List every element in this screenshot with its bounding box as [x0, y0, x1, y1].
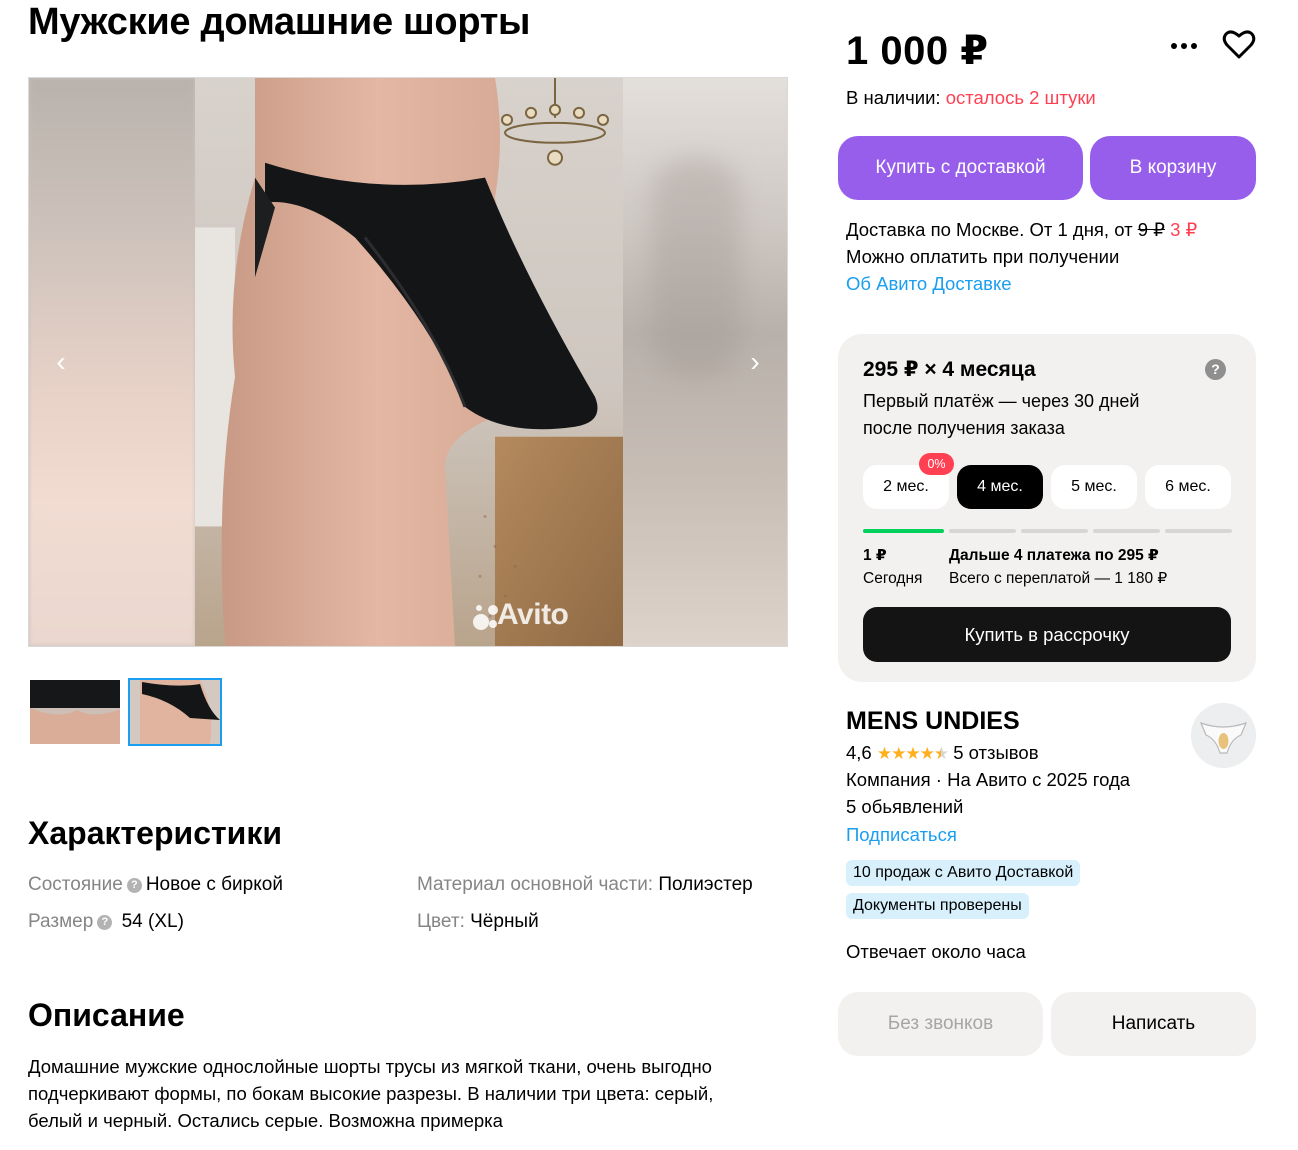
- subscribe-link[interactable]: Подписаться: [846, 823, 957, 847]
- seller-avatar[interactable]: [1191, 703, 1256, 768]
- payment-progress: [863, 529, 1232, 533]
- term-label: 2 мес.: [883, 478, 929, 495]
- price: 1 000 ₽: [846, 29, 989, 73]
- spec-color: Цвет: Чёрный: [417, 910, 539, 934]
- seller-type-since: Компания · На Авито с 2025 года: [846, 769, 1131, 790]
- seller-badge-docs: Документы проверены: [846, 893, 1029, 919]
- today-label: Сегодня: [863, 570, 923, 587]
- favorite-heart-icon[interactable]: [1222, 29, 1256, 61]
- avito-watermark: Avito: [497, 598, 569, 631]
- buy-with-delivery-button[interactable]: Купить с доставкой: [838, 136, 1083, 200]
- delivery-line-1: Доставка по Москве. От 1 дня, от 9 ₽ 3 ₽: [846, 216, 1197, 243]
- seller-name[interactable]: MENS UNDIES: [846, 706, 1020, 736]
- rating-stars-icon: ★★★★★: [876, 744, 949, 763]
- photo-gallery[interactable]: ‹ › Avito: [28, 77, 788, 647]
- write-message-button[interactable]: Написать: [1051, 992, 1256, 1056]
- progress-segment-paid: [863, 529, 944, 533]
- payment-today: 1 ₽ Сегодня: [863, 544, 922, 590]
- term-option[interactable]: 6 мес.: [1145, 465, 1231, 509]
- delivery-new-price: 3 ₽: [1170, 219, 1198, 240]
- installment-help-icon[interactable]: ?: [1205, 359, 1226, 380]
- installment-title: 295 ₽ × 4 месяца: [863, 358, 1036, 381]
- spec-condition-key: Состояние: [28, 874, 123, 895]
- description-heading: Описание: [28, 997, 185, 1033]
- term-label: 5 мес.: [1071, 478, 1117, 495]
- add-to-cart-button[interactable]: В корзину: [1090, 136, 1256, 200]
- spec-size-value: 54 (XL): [121, 911, 184, 932]
- thumbnail-2-image: [130, 680, 220, 744]
- installment-card: 295 ₽ × 4 месяца ? Первый платёж — через…: [838, 334, 1256, 682]
- zero-percent-badge: 0%: [919, 453, 954, 475]
- about-delivery-link[interactable]: Об Авито Доставке: [846, 270, 1197, 297]
- no-calls-button: Без звонков: [838, 992, 1043, 1056]
- thumbnail-strip: [28, 678, 222, 746]
- specs-heading: Характеристики: [28, 815, 283, 851]
- spec-size-key: Размер: [28, 911, 94, 932]
- spec-color-value: Чёрный: [470, 911, 539, 932]
- total-overpay: Всего с переплатой — 1 180 ₽: [949, 570, 1168, 587]
- description-text: Домашние мужские однослойные шорты трусы…: [28, 1056, 714, 1131]
- term-option[interactable]: 5 мес.: [1051, 465, 1137, 509]
- seller-listings[interactable]: 5 обьявлений: [846, 795, 963, 819]
- seller-reviews-link[interactable]: 5 отзывов: [953, 742, 1038, 763]
- seller-rating-line: 4,6 ★★★★★ 5 отзывов: [846, 741, 1039, 766]
- stock-label: В наличии:: [846, 87, 941, 108]
- progress-segment: [949, 529, 1016, 533]
- thumbnail-2[interactable]: [128, 678, 222, 746]
- spec-condition-value: Новое с биркой: [145, 874, 283, 895]
- term-option[interactable]: 2 мес. 0%: [863, 453, 954, 509]
- buy-installment-button[interactable]: Купить в рассрочку: [863, 607, 1231, 662]
- installment-terms: 2 мес. 0% 4 мес. 5 мес. 6 мес.: [863, 453, 1231, 509]
- payment-further: Дальше 4 платежа по 295 ₽ Всего с перепл…: [949, 544, 1167, 590]
- further-payments: Дальше 4 платежа по 295 ₽: [949, 547, 1159, 564]
- product-photo[interactable]: [195, 78, 623, 646]
- spec-condition: Состояние? Новое с биркой: [28, 873, 283, 897]
- today-amount: 1 ₽: [863, 547, 887, 564]
- progress-segment: [1021, 529, 1088, 533]
- gallery-prev-icon[interactable]: ‹: [49, 348, 73, 376]
- thumbnail-1-image: [30, 680, 120, 744]
- term-label: 6 мес.: [1165, 478, 1211, 495]
- help-icon[interactable]: ?: [126, 878, 142, 893]
- delivery-old-price: 9 ₽: [1137, 219, 1165, 240]
- progress-segment: [1093, 529, 1160, 533]
- delivery-text: Доставка по Москве. От 1 дня, от: [846, 219, 1133, 240]
- term-label: 4 мес.: [977, 478, 1023, 495]
- seller-badge-sales: 10 продаж с Авито Доставкой: [846, 860, 1081, 886]
- spec-size: Размер? 54 (XL): [28, 910, 184, 934]
- seller-avatar-image: [1191, 703, 1256, 768]
- help-icon[interactable]: ?: [97, 915, 113, 930]
- installment-subtitle: Первый платёж — через 30 дней после полу…: [863, 391, 1140, 438]
- stock-remaining: осталось 2 штуки: [945, 87, 1096, 108]
- stock-status: В наличии: осталось 2 штуки: [846, 86, 1096, 110]
- progress-segment: [1165, 529, 1232, 533]
- more-options-icon[interactable]: [1168, 30, 1200, 62]
- spec-color-key: Цвет:: [417, 911, 465, 932]
- seller-rating: 4,6: [846, 742, 872, 763]
- delivery-line-2: Можно оплатить при получении: [846, 246, 1120, 267]
- spec-material: Материал основной части: Полиэстер: [417, 873, 753, 897]
- delivery-info: Доставка по Москве. От 1 дня, от 9 ₽ 3 ₽…: [846, 216, 1197, 297]
- seller-response-time: Отвечает около часа: [846, 941, 1026, 962]
- spec-material-value: Полиэстер: [658, 874, 753, 895]
- term-option-selected[interactable]: 4 мес.: [957, 465, 1043, 509]
- gallery-next-icon[interactable]: ›: [743, 348, 767, 376]
- spec-material-key: Материал основной части:: [417, 874, 654, 895]
- thumbnail-1[interactable]: [28, 678, 122, 746]
- page-title: Мужские домашние шорты: [28, 1, 531, 43]
